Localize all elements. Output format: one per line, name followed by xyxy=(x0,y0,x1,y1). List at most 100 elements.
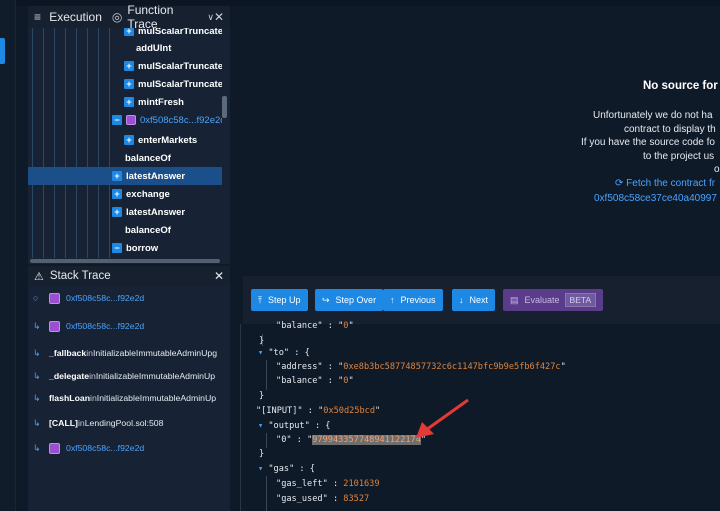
function-trace-tree: + mulScalarTruncate addUInt + mulScalarTrunc… xyxy=(28,22,222,258)
tree-node[interactable]: + latestAnswer xyxy=(28,167,222,185)
json-line: } xyxy=(259,391,265,401)
contract-icon xyxy=(49,320,60,332)
app-root: + mulScalarTruncate addUInt + mulScalarTrunc… xyxy=(0,0,720,511)
tree-node[interactable]: balanceOf xyxy=(28,149,222,167)
no-source-line: contract to display th xyxy=(624,124,716,135)
step-over-label: Step Over xyxy=(335,295,377,305)
expand-icon[interactable]: + xyxy=(112,189,122,199)
tree-node[interactable]: + exchange xyxy=(28,185,222,203)
previous-button[interactable]: ↑ Previous xyxy=(383,289,443,311)
json-key: address xyxy=(281,362,318,372)
tree-node-label: exchange xyxy=(126,188,170,200)
tree-node[interactable]: + enterMarkets xyxy=(28,131,222,149)
stack-frame[interactable]: ○ 0xf508c58c...f92e2d xyxy=(28,291,230,305)
tree-node-label: latestAnswer xyxy=(126,170,186,182)
previous-label: Previous xyxy=(400,295,436,305)
contract-icon xyxy=(49,292,60,304)
stack-frame[interactable]: ↳ 0xf508c58c...f92e2d xyxy=(28,319,230,333)
tree-node-content: + mintFresh xyxy=(124,97,184,108)
tree-node[interactable]: balanceOf xyxy=(28,221,222,239)
tab-execution[interactable]: Execution xyxy=(49,10,102,24)
evaluate-button[interactable]: ▤ Evaluate BETA xyxy=(503,289,604,311)
json-line-balance-cut: "balance" : "0" xyxy=(276,321,354,331)
json-line-gas-left: "gas_left" : 2101639 xyxy=(276,479,380,489)
json-line-output[interactable]: ▾ "output" : { xyxy=(258,421,330,431)
stack-frame[interactable]: ↳ _fallback in InitializableImmutableAdmi… xyxy=(28,346,230,360)
json-line-gas[interactable]: ▾ "gas" : { xyxy=(258,464,315,474)
stack-frame[interactable]: ↳ flashLoan in InitializableImmutableAdmi… xyxy=(28,391,230,405)
stack-frame-function: [CALL] xyxy=(49,418,78,428)
tree-node[interactable]: + mulScalarTruncateA xyxy=(28,75,222,93)
tree-horizontal-scrollbar[interactable] xyxy=(30,259,220,263)
json-key: to xyxy=(273,348,284,358)
tree-node[interactable]: + mulScalarTruncateA xyxy=(28,57,222,75)
json-line-address: "address" : "0xe8b3bc58774857732c6c1147b… xyxy=(276,362,566,372)
json-value: 0x50d25bcd xyxy=(323,406,376,416)
collapse-arrow-icon[interactable]: ▾ xyxy=(258,464,263,474)
expand-icon[interactable]: + xyxy=(124,135,134,145)
step-up-button[interactable]: ⤒ Step Up xyxy=(251,289,308,311)
tree-node-content: − borrow xyxy=(112,243,158,254)
evaluate-icon: ▤ xyxy=(510,294,519,305)
stack-frame-in: in xyxy=(90,393,97,403)
no-source-title: No source for xyxy=(643,80,718,92)
step-over-button[interactable]: ↪ Step Over xyxy=(315,289,384,311)
step-up-icon: ⤒ xyxy=(258,294,262,305)
beta-badge: BETA xyxy=(564,293,597,307)
json-key: balance xyxy=(281,321,318,331)
expand-icon[interactable]: + xyxy=(124,97,134,107)
json-line-balance: "balance" : "0" xyxy=(276,376,354,386)
next-button[interactable]: ↓ Next xyxy=(452,289,496,311)
fetch-contract-link[interactable]: ⟳ Fetch the contract fr xyxy=(615,178,715,189)
tree-node[interactable]: − 0xf508c58c...f92e2d xyxy=(28,111,222,129)
json-value: 83527 xyxy=(343,494,370,504)
collapse-arrow-icon[interactable]: ▾ xyxy=(258,348,263,358)
return-arrow-icon: ↳ xyxy=(33,442,41,453)
tree-node-label: mintFresh xyxy=(138,96,184,108)
stack-frame[interactable]: ↳ [CALL] in LendingPool.sol:508 xyxy=(28,416,230,430)
json-key: 0 xyxy=(281,435,287,445)
arrow-down-icon: ↓ xyxy=(459,295,464,305)
stack-frame[interactable]: ↳ 0xf508c58c...f92e2d xyxy=(28,441,230,455)
highlighted-output-value[interactable]: 979943357748941122174 xyxy=(312,435,421,445)
tree-node[interactable]: + latestAnswer xyxy=(28,203,222,221)
json-line-to[interactable]: ▾ "to" : { xyxy=(258,348,310,358)
active-rail-marker[interactable] xyxy=(0,38,5,64)
json-guide xyxy=(266,433,267,448)
stack-frame-source: InitializableImmutableAdminUp xyxy=(96,393,217,403)
expand-icon[interactable]: + xyxy=(112,207,122,217)
json-value: 0 xyxy=(343,321,349,331)
tree-vertical-scrollbar[interactable] xyxy=(222,96,227,118)
no-source-line: o xyxy=(714,164,720,175)
tree-node-label: mulScalarTruncateA xyxy=(138,78,222,90)
collapse-arrow-icon[interactable]: ▾ xyxy=(258,421,263,431)
close-icon[interactable]: ✕ xyxy=(214,10,224,24)
close-icon[interactable]: ✕ xyxy=(214,269,224,283)
stack-frame-in: in xyxy=(86,348,93,358)
tree-node-content: addUInt xyxy=(136,43,171,54)
tree-node[interactable]: + mintFresh xyxy=(28,93,222,111)
fetch-contract-address[interactable]: 0xf508c58ce37ce40a40997 xyxy=(594,193,717,204)
tree-node[interactable]: − borrow xyxy=(28,239,222,257)
json-line: } xyxy=(259,336,265,346)
json-value: 0xe8b3bc58774857732c6c1147bfc9b9e5fb6f42… xyxy=(343,362,561,372)
stack-frame-function: flashLoan xyxy=(49,393,91,403)
activity-rail xyxy=(0,0,16,511)
json-line-input: "[INPUT]" : "0x50d25bcd" xyxy=(256,406,381,416)
tree-node-content: + latestAnswer xyxy=(112,207,185,218)
json-line: } xyxy=(259,449,265,459)
json-line-gas-used: "gas_used" : 83527 xyxy=(276,494,370,504)
expand-icon[interactable]: + xyxy=(124,61,134,71)
collapse-icon[interactable]: − xyxy=(112,115,122,125)
chevron-down-icon[interactable]: ∨ xyxy=(207,12,214,23)
hamburger-icon[interactable]: ≡ xyxy=(34,10,45,24)
tab-function-trace[interactable]: Function Trace xyxy=(127,3,201,31)
tree-node-label: enterMarkets xyxy=(138,134,198,146)
collapse-icon[interactable]: − xyxy=(112,243,122,253)
expand-icon[interactable]: + xyxy=(112,171,122,181)
stack-frame[interactable]: ↳ _delegate in InitializableImmutableAdmi… xyxy=(28,369,230,383)
expand-icon[interactable]: + xyxy=(124,79,134,89)
target-icon: ◎ xyxy=(111,10,123,24)
json-value: 0 xyxy=(343,376,349,386)
tree-node[interactable]: addUInt xyxy=(28,39,222,57)
